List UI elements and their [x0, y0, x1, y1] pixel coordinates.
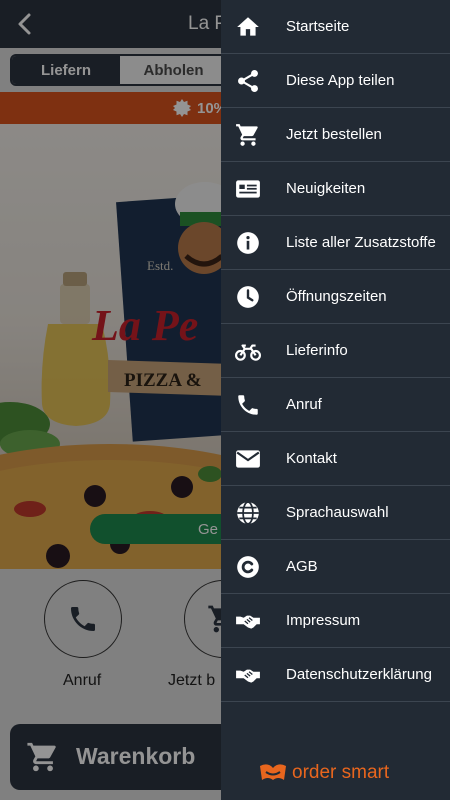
- side-menu: Startseite Diese App teilen Jetzt bestel…: [221, 0, 450, 800]
- menu-item-language[interactable]: Sprachauswahl: [221, 486, 450, 540]
- globe-icon: [237, 501, 259, 525]
- menu-item-privacy[interactable]: Datenschutzerklärung: [221, 648, 450, 702]
- menu-item-delivery-info[interactable]: Lieferinfo: [221, 324, 450, 378]
- envelope-icon: [236, 450, 260, 468]
- handshake-icon: [236, 615, 260, 629]
- menu-item-label: Öffnungszeiten: [286, 288, 387, 305]
- phone-icon: [238, 395, 258, 415]
- menu-item-order-now[interactable]: Jetzt bestellen: [221, 108, 450, 162]
- copyright-icon: [237, 556, 259, 578]
- menu-item-label: Datenschutzerklärung: [286, 666, 432, 683]
- menu-item-label: Kontakt: [286, 450, 337, 467]
- menu-item-additives[interactable]: Liste aller Zusatzstoffe: [221, 216, 450, 270]
- menu-item-label: Sprachauswahl: [286, 504, 389, 521]
- menu-item-label: Anruf: [286, 396, 322, 413]
- menu-item-terms[interactable]: AGB: [221, 540, 450, 594]
- menu-item-label: Diese App teilen: [286, 72, 395, 89]
- menu-item-news[interactable]: Neuigkeiten: [221, 162, 450, 216]
- order-smart-logo-icon: [260, 764, 286, 780]
- menu-item-share-app[interactable]: Diese App teilen: [221, 54, 450, 108]
- cart-icon: [236, 124, 258, 146]
- menu-item-label: Startseite: [286, 18, 350, 35]
- clock-icon: [237, 286, 259, 308]
- menu-item-label: Liste aller Zusatzstoffe: [286, 234, 436, 251]
- brand-text: order smart: [292, 762, 390, 783]
- menu-item-label: Jetzt bestellen: [286, 126, 382, 143]
- menu-item-imprint[interactable]: Impressum: [221, 594, 450, 648]
- share-icon: [238, 69, 258, 93]
- menu-item-startseite[interactable]: Startseite: [221, 0, 450, 54]
- menu-item-label: AGB: [286, 558, 318, 575]
- menu-item-opening-hours[interactable]: Öffnungszeiten: [221, 270, 450, 324]
- menu-item-label: Neuigkeiten: [286, 180, 366, 197]
- info-icon: [237, 232, 259, 254]
- menu-item-contact[interactable]: Kontakt: [221, 432, 450, 486]
- news-icon: [236, 180, 260, 198]
- handshake-icon: [236, 669, 260, 683]
- motorcycle-icon: [235, 344, 261, 361]
- home-icon: [237, 17, 259, 36]
- menu-item-call[interactable]: Anruf: [221, 378, 450, 432]
- menu-item-label: Lieferinfo: [286, 342, 348, 359]
- menu-item-label: Impressum: [286, 612, 361, 629]
